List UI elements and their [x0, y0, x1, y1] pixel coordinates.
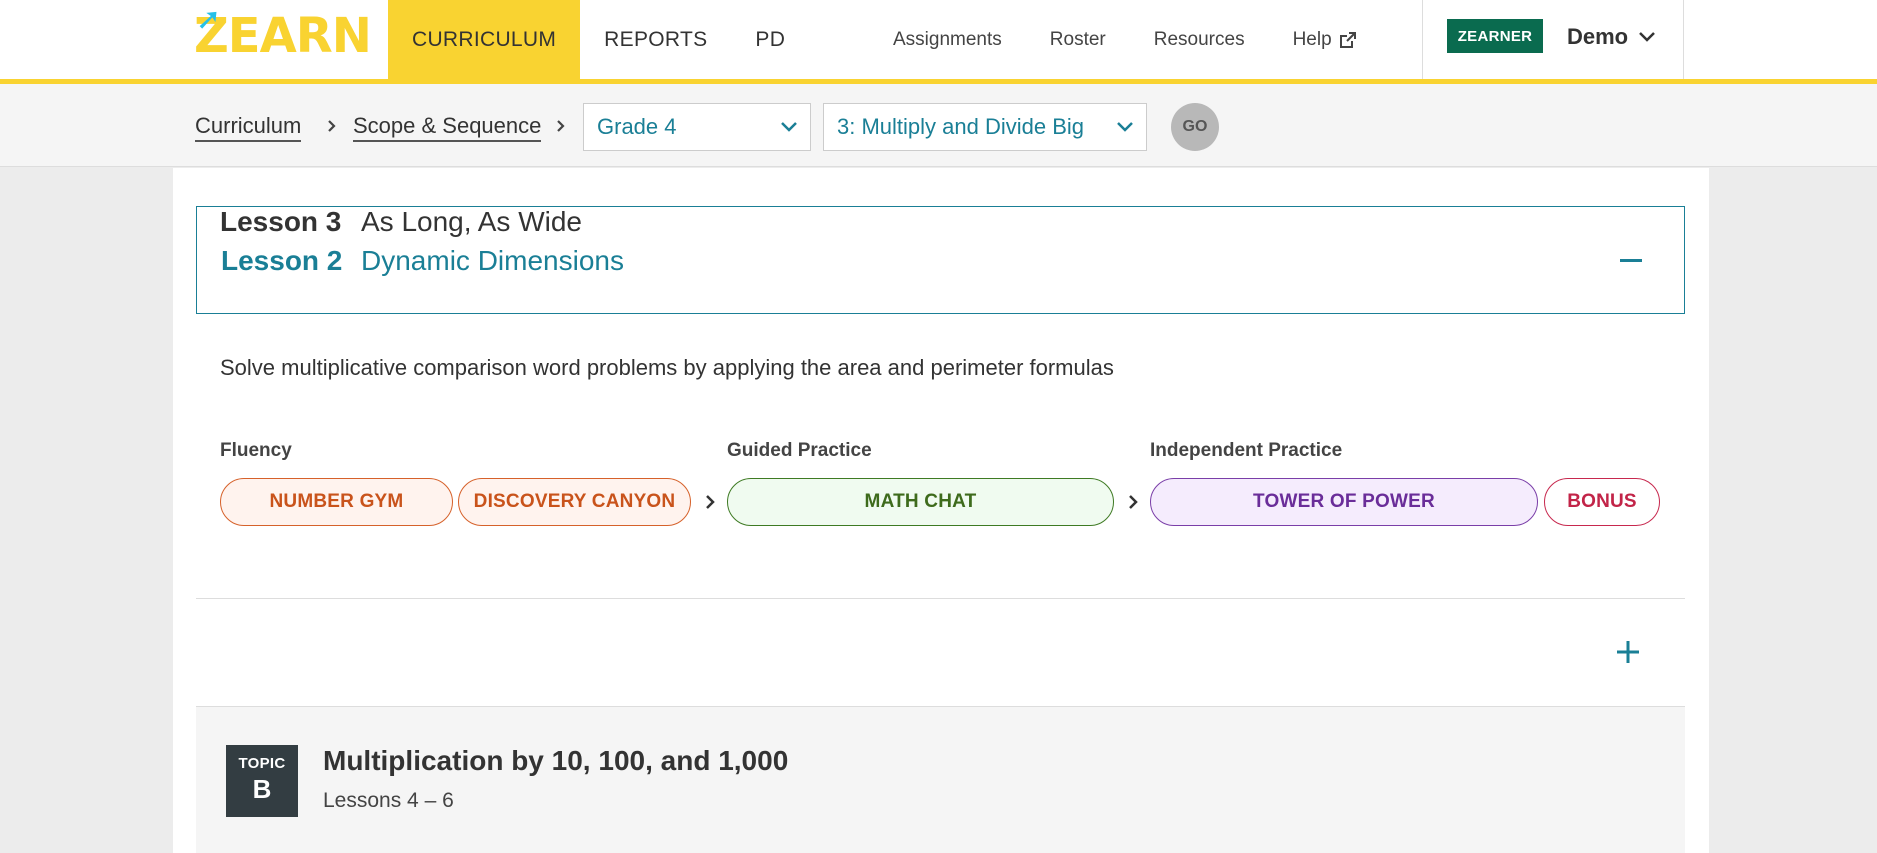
chevron-right-icon: [557, 120, 565, 132]
topic-lesson-range: Lessons 4 – 6: [323, 789, 454, 812]
expand-plus-icon[interactable]: [1617, 641, 1639, 663]
breadcrumb-bar: Curriculum Scope & Sequence Grade 4 3: M…: [0, 84, 1877, 167]
grade-select[interactable]: Grade 4: [583, 103, 811, 151]
logo-arrow-icon: ➚: [196, 3, 222, 36]
chevron-right-icon: [328, 120, 336, 132]
lesson-number: Lesson 2: [221, 245, 343, 276]
math-chat-button[interactable]: MATH CHAT: [727, 478, 1114, 526]
nav-curriculum[interactable]: CURRICULUM: [388, 0, 581, 79]
nav-divider: [1422, 0, 1423, 79]
fluency-label: Fluency: [220, 440, 292, 461]
lesson-description: Solve multiplicative comparison word pro…: [220, 355, 1114, 380]
chevron-down-icon: [1639, 32, 1656, 42]
lesson-number: Lesson 3: [220, 206, 342, 237]
nav-assignments[interactable]: Assignments: [893, 29, 1002, 51]
topic-badge-letter: B: [252, 774, 272, 804]
nav-help[interactable]: Help: [1293, 29, 1358, 51]
external-link-icon: [1339, 31, 1356, 48]
nav-pd[interactable]: PD: [731, 0, 809, 79]
activity-arrow-icon: [1129, 495, 1138, 509]
zearn-logo[interactable]: ZEARN ➚: [194, 3, 372, 66]
tower-of-power-button[interactable]: TOWER OF POWER: [1150, 478, 1538, 526]
nav-roster[interactable]: Roster: [1050, 29, 1106, 51]
curriculum-content: Lesson 2 Dynamic Dimensions Solve multip…: [173, 168, 1709, 853]
main-nav: CURRICULUM REPORTS PD: [388, 0, 809, 79]
zearner-badge: ZEARNER: [1447, 19, 1543, 53]
nav-reports[interactable]: REPORTS: [580, 0, 731, 79]
lesson-title: Dynamic Dimensions: [361, 245, 624, 276]
secondary-nav: Assignments Roster Resources Help: [893, 0, 1406, 79]
guided-practice-label: Guided Practice: [727, 440, 872, 461]
topic-badge-label: TOPIC: [238, 755, 286, 772]
topic-b-header[interactable]: TOPIC B Multiplication by 10, 100, and 1…: [196, 707, 1685, 853]
breadcrumb-curriculum[interactable]: Curriculum: [195, 113, 302, 143]
grade-select-value: Grade 4: [597, 114, 677, 139]
discovery-canyon-button[interactable]: DISCOVERY CANYON: [458, 478, 691, 526]
top-navigation: ZEARN ➚ CURRICULUM REPORTS PD Assignment…: [0, 0, 1877, 84]
chevron-down-icon: [781, 122, 797, 132]
collapse-minus-icon[interactable]: [1620, 259, 1642, 263]
breadcrumb-scope-sequence[interactable]: Scope & Sequence: [353, 113, 542, 143]
bonus-button[interactable]: BONUS: [1544, 478, 1660, 526]
module-select-value: 3: Multiply and Divide Big: [837, 114, 1085, 139]
nav-help-label: Help: [1292, 28, 1332, 50]
nav-divider-right: [1683, 0, 1684, 79]
number-gym-button[interactable]: NUMBER GYM: [220, 478, 453, 526]
independent-practice-label: Independent Practice: [1150, 440, 1343, 461]
module-select[interactable]: 3: Multiply and Divide Big: [823, 103, 1147, 151]
topic-badge: TOPIC B: [226, 745, 298, 817]
chevron-down-icon: [1117, 122, 1133, 132]
activity-arrow-icon: [706, 495, 715, 509]
lesson-3-header[interactable]: [196, 599, 1685, 706]
user-menu[interactable]: Demo: [1567, 20, 1656, 54]
topic-title: Multiplication by 10, 100, and 1,000: [323, 745, 789, 776]
user-name: Demo: [1567, 24, 1629, 49]
go-button[interactable]: GO: [1171, 103, 1219, 151]
lesson-title: As Long, As Wide: [361, 206, 583, 237]
nav-resources[interactable]: Resources: [1154, 29, 1245, 51]
